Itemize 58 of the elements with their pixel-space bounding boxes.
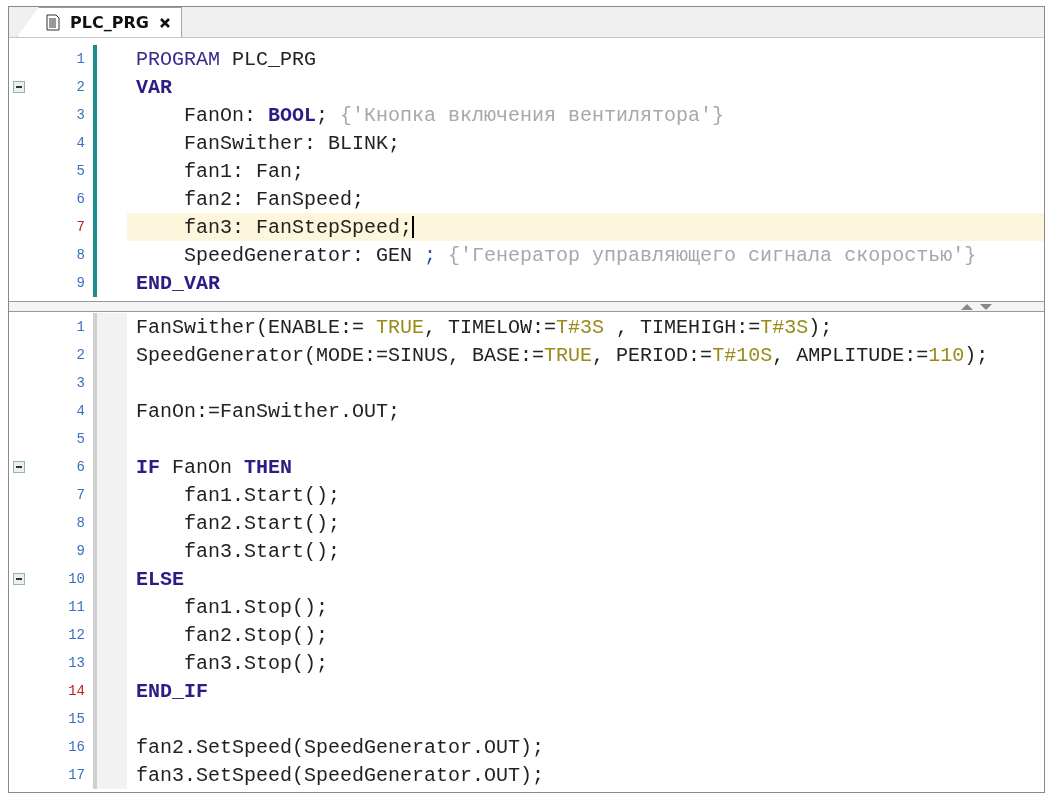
line-number: 8 — [75, 247, 85, 263]
splitter-arrows-icon[interactable] — [960, 302, 994, 311]
line-number: 4 — [75, 403, 85, 419]
code-line: fan1: Fan; — [184, 159, 305, 183]
line-number: 11 — [67, 599, 85, 615]
code-line: fan3.Stop(); — [184, 651, 329, 675]
line-number: 3 — [75, 107, 85, 123]
tab-title: PLC_PRG — [70, 13, 149, 32]
line-number: 15 — [67, 711, 85, 727]
line-number: 7 — [75, 219, 85, 235]
line-number: 12 — [67, 627, 85, 643]
code-line: fan2.SetSpeed(SpeedGenerator.OUT); — [136, 735, 545, 759]
close-icon[interactable] — [158, 16, 171, 29]
line-number: 6 — [75, 459, 85, 475]
line-number: 16 — [67, 739, 85, 755]
code-line: FanOn: BOOL; {'Кнопка включения вентилятора'} — [184, 103, 725, 127]
editor-tab[interactable]: PLC_PRG — [17, 7, 182, 37]
code-line: fan1.Start(); — [184, 483, 341, 507]
line-number: 6 — [75, 191, 85, 207]
code-line: fan3.SetSpeed(SpeedGenerator.OUT); — [136, 763, 545, 787]
line-number: 2 — [75, 347, 85, 363]
line-number: 17 — [67, 767, 85, 783]
line-number: 7 — [75, 487, 85, 503]
line-number: 1 — [75, 319, 85, 335]
code-line: ELSE — [136, 567, 184, 591]
code-line: END_IF — [136, 679, 208, 703]
line-number: 14 — [67, 683, 85, 699]
document-icon — [46, 14, 60, 31]
code-line: SpeedGenerator: GEN ; {'Генератор управляющего сигнала скоростью'} — [184, 243, 977, 267]
line-number: 13 — [67, 655, 85, 671]
code-line: IF FanOn THEN — [136, 455, 293, 479]
code-line: fan2.Stop(); — [184, 623, 329, 647]
code-line: fan3.Start(); — [184, 539, 341, 563]
line-number: 5 — [75, 431, 85, 447]
code-line: FanSwither(ENABLE:= TRUE, TIMELOW:=T#3S , TIMEHIGH:=T#3S); — [136, 315, 833, 339]
line-number: 3 — [75, 375, 85, 391]
code-line: fan2: FanSpeed; — [184, 187, 365, 211]
code-line: VAR — [136, 75, 172, 99]
line-number: 2 — [75, 79, 85, 95]
line-number: 8 — [75, 515, 85, 531]
code-line: FanSwither: BLINK; — [184, 131, 401, 155]
line-number: 5 — [75, 163, 85, 179]
code-line: PROGRAM PLC_PRG — [136, 47, 317, 71]
line-number: 9 — [75, 275, 85, 291]
text-cursor — [412, 216, 415, 238]
collapse-icon[interactable] — [13, 461, 25, 473]
code-line: fan1.Stop(); — [184, 595, 329, 619]
collapse-icon[interactable] — [13, 573, 25, 585]
collapse-icon[interactable] — [13, 81, 25, 93]
code-line: FanOn:=FanSwither.OUT; — [136, 399, 401, 423]
line-number: 1 — [75, 51, 85, 67]
code-line: END_VAR — [136, 271, 220, 295]
code-line: fan2.Start(); — [184, 511, 341, 535]
line-number: 4 — [75, 135, 85, 151]
line-number: 9 — [75, 543, 85, 559]
line-number: 10 — [67, 571, 85, 587]
code-line: fan3: FanStepSpeed; — [184, 215, 413, 239]
code-line: SpeedGenerator(MODE:=SINUS, BASE:=TRUE, PERIOD:=T#10S, AMPLITUDE:=110); — [136, 343, 989, 367]
